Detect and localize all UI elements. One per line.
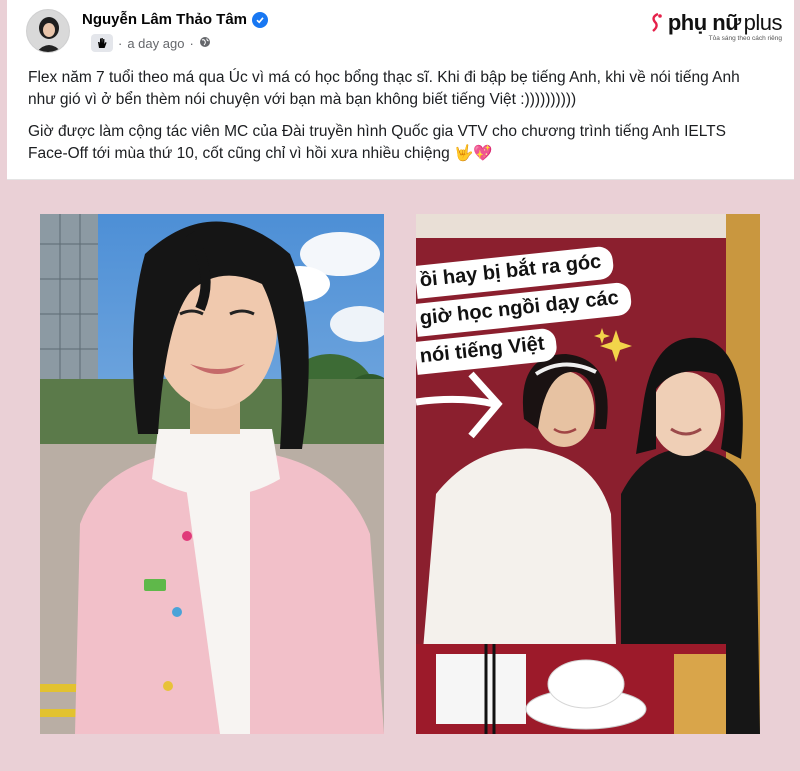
author-name[interactable]: Nguyễn Lâm Thảo Tâm (82, 11, 247, 28)
post-timestamp[interactable]: a day ago (127, 36, 184, 51)
post-photo-childhood[interactable]: ồi hay bị bắt ra góc giờ học ngồi dạy cá… (416, 214, 760, 734)
brand-tagline: Tỏa sáng theo cách riêng (708, 35, 782, 42)
brand-logo: phụ nữ plus Tỏa sáng theo cách riêng (649, 10, 783, 42)
time-separator-2: · (189, 35, 194, 51)
post-text-paragraph-2: Giờ được làm cộng tác viên MC của Đài tr… (28, 123, 726, 162)
screenshot-canvas: Nguyễn Lâm Thảo Tâm · a day ago · phụ nữ… (0, 0, 800, 771)
globe-icon[interactable] (199, 36, 211, 51)
wave-hand-icon (91, 34, 113, 52)
post-photo-selfie[interactable] (40, 214, 384, 734)
author-avatar[interactable] (26, 9, 70, 53)
brand-name-plus: plus (743, 10, 783, 35)
author-name-row: Nguyễn Lâm Thảo Tâm (82, 11, 269, 28)
post-meta: · a day ago · (91, 34, 211, 52)
post-text-paragraph-1: Flex năm 7 tuổi theo má qua Úc vì má có … (28, 69, 740, 108)
time-separator: · (118, 35, 123, 51)
brand-mark-icon (652, 12, 662, 32)
verified-badge-icon (252, 11, 269, 28)
facebook-post-header: Nguyễn Lâm Thảo Tâm · a day ago · phụ nữ… (7, 0, 794, 180)
brand-name: phụ nữ (667, 10, 741, 35)
